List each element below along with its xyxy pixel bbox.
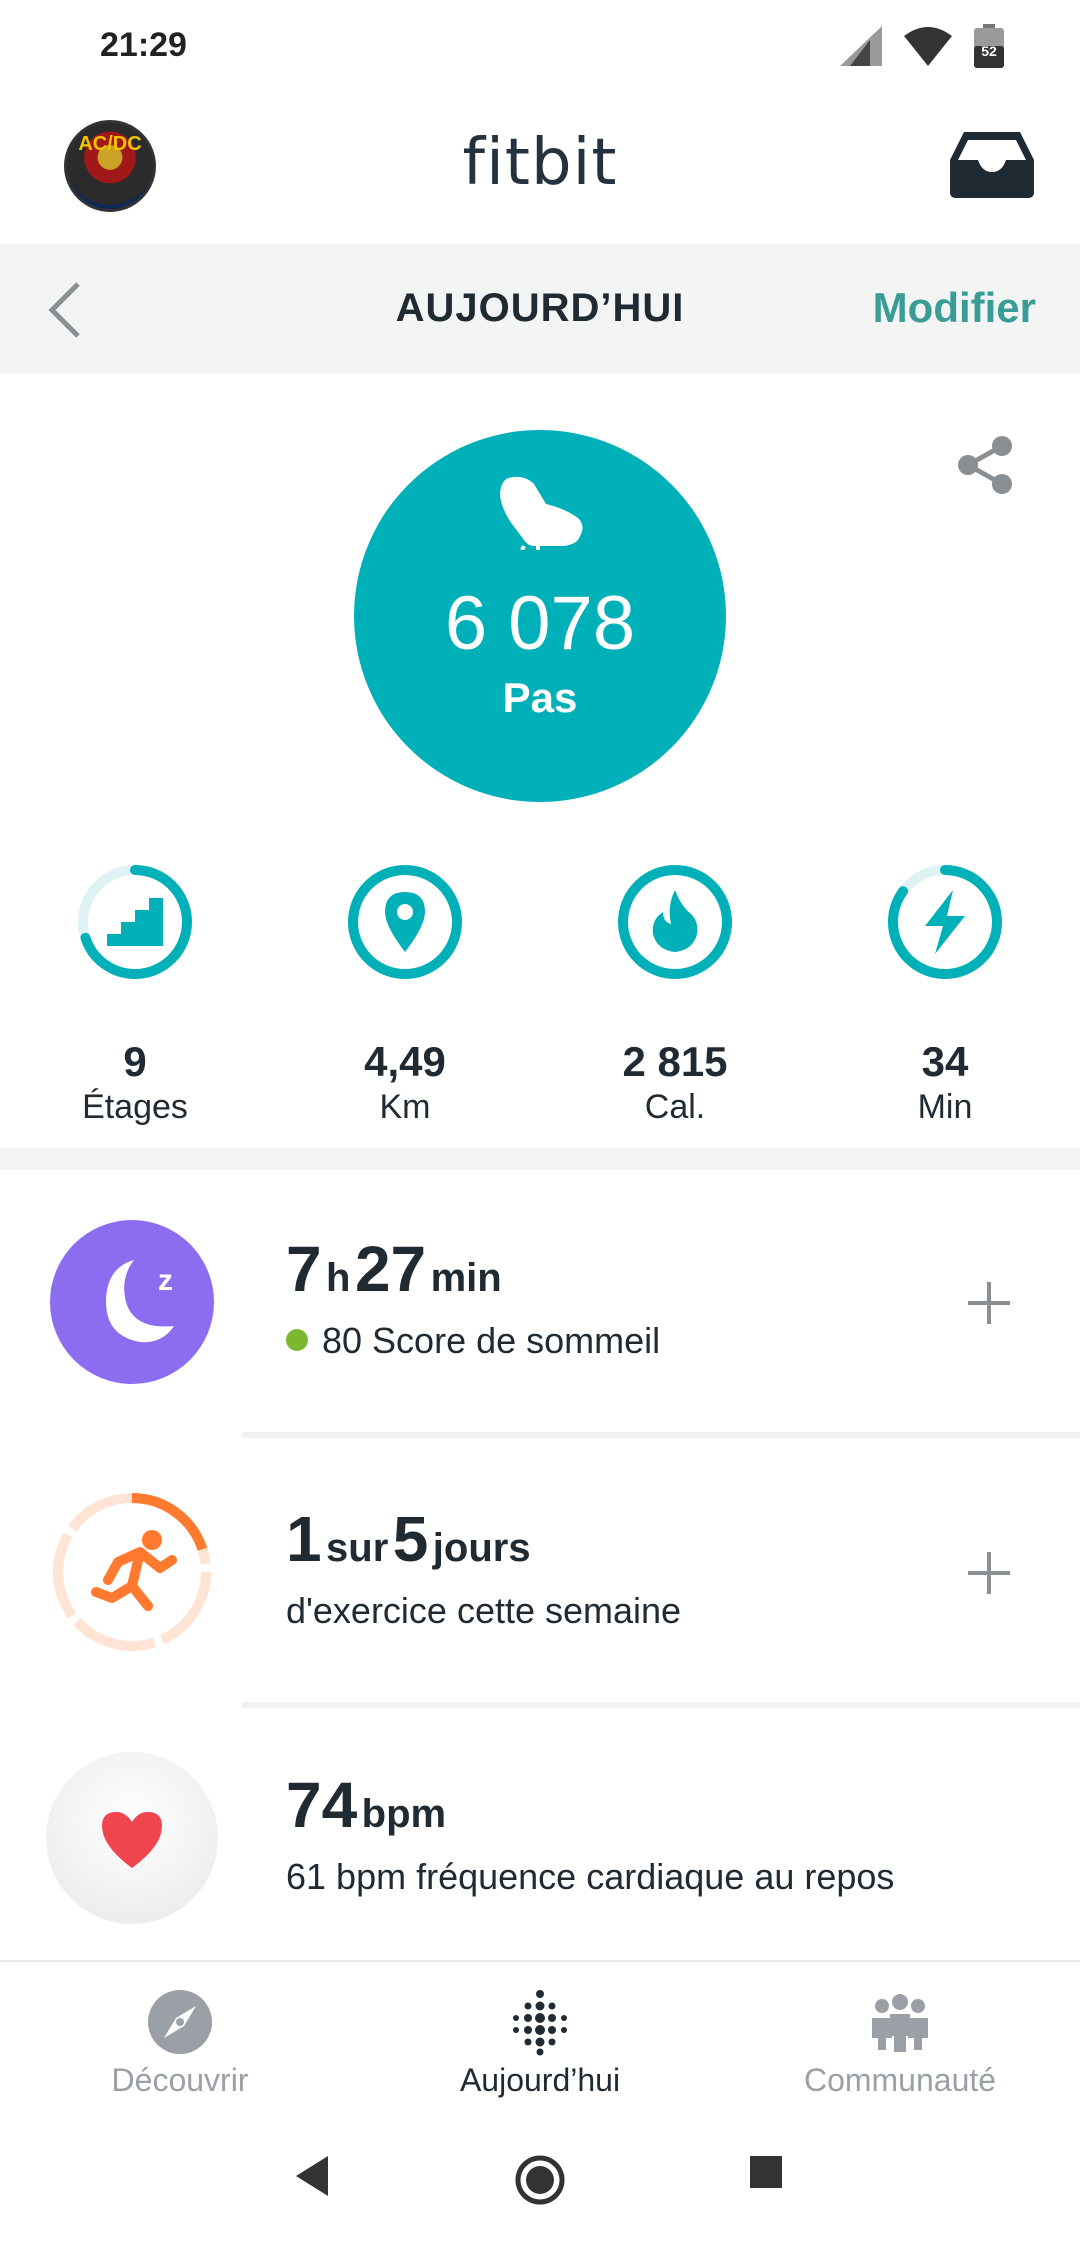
running-person-icon [91, 1530, 177, 1611]
system-recents-icon[interactable] [748, 2154, 784, 2190]
floors-ring [78, 865, 192, 979]
metric-label: Min [917, 1088, 973, 1126]
steps-label: Pas [502, 674, 578, 721]
exercise-goal: 5 [392, 1503, 429, 1575]
battery-level: 52 [981, 43, 997, 59]
resting-heart-rate: 61 bpm fréquence cardiaque au repos [286, 1856, 895, 1897]
heart-rate-unit: bpm [361, 1792, 447, 1836]
tab-community[interactable]: Communauté [720, 1962, 1080, 2118]
heart-icon [46, 1752, 218, 1924]
steps-value: 6 078 [444, 581, 636, 666]
lightning-icon [925, 890, 965, 954]
svg-text:z: z [158, 1264, 173, 1297]
add-exercise-button[interactable] [964, 1548, 1014, 1598]
sleep-moon-icon: z [50, 1220, 214, 1384]
compass-icon [148, 1990, 212, 2054]
sleep-hours: 7 [286, 1233, 322, 1305]
tab-today[interactable]: Aujourd’hui [360, 1962, 720, 2118]
fitbit-dots-icon [513, 1990, 567, 2056]
exercise-unit: jours [432, 1526, 531, 1570]
score-dot [286, 1329, 308, 1351]
metric-label: Cal. [644, 1088, 706, 1126]
metric-label: Km [379, 1088, 431, 1126]
exercise-subtitle: d'exercice cette semaine [286, 1590, 682, 1631]
exercise-sur: sur [326, 1526, 389, 1570]
metric-value: 2 815 [622, 1038, 728, 1085]
metric-calories[interactable]: 2 815 Cal. [575, 862, 775, 1132]
metric-value: 9 [123, 1038, 147, 1085]
stairs-icon [107, 898, 163, 946]
community-icon [872, 1994, 928, 2052]
status-time: 21:29 [100, 26, 187, 64]
edit-button[interactable]: Modifier [873, 284, 1036, 332]
exercise-count: 1 [286, 1503, 322, 1575]
heart-rate-value: 74 [286, 1769, 358, 1841]
location-pin-icon [385, 892, 425, 952]
signal-icon [840, 26, 882, 66]
bottom-nav: Découvrir Aujourd’hui Communauté [0, 1960, 1080, 2116]
system-back-icon[interactable] [292, 2154, 332, 2198]
calories-ring [618, 865, 732, 979]
metric-distance[interactable]: 4,49 Km [305, 862, 505, 1132]
sleep-duration: 7 h 27 min [286, 1232, 502, 1306]
app-bar: AC/DC fitbit [0, 96, 1080, 244]
battery-icon: 52 [974, 24, 1004, 68]
tab-label: Communauté [803, 2062, 997, 2098]
tile-divider [242, 1432, 1080, 1438]
system-home-icon[interactable] [514, 2154, 566, 2206]
metric-active-minutes[interactable]: 34 Min [845, 862, 1045, 1132]
heart-rate-summary: 74 bpm [286, 1768, 446, 1842]
metric-label: Étages [82, 1088, 188, 1126]
sleep-tile[interactable]: z 7 h 27 min 80 Score de sommeil [0, 1170, 1080, 1440]
exercise-tile[interactable]: 1 sur 5 jours d'exercice cette semaine [0, 1440, 1080, 1710]
system-nav-bar [0, 2116, 1080, 2246]
sleep-hours-unit: h [326, 1256, 351, 1300]
tab-label: Aujourd’hui [459, 2062, 621, 2098]
sleep-minutes: 27 [354, 1233, 427, 1305]
sleep-score: 80 Score de sommeil [286, 1320, 660, 1362]
exercise-ring [53, 1493, 211, 1651]
exercise-summary: 1 sur 5 jours [286, 1502, 531, 1576]
shoe-icon [500, 476, 583, 550]
sleep-minutes-unit: min [430, 1256, 502, 1300]
metric-floors[interactable]: 9 Étages [35, 862, 235, 1132]
tab-label: Découvrir [111, 2062, 249, 2098]
share-icon[interactable] [954, 434, 1016, 496]
active-minutes-ring [888, 865, 1002, 979]
distance-ring [348, 865, 462, 979]
section-divider [0, 1148, 1080, 1170]
tab-discover[interactable]: Découvrir [0, 1962, 360, 2118]
heart-rate-tile[interactable]: 74 bpm 61 bpm fréquence cardiaque au rep… [0, 1706, 1080, 1976]
inbox-icon[interactable] [950, 132, 1034, 198]
flame-icon [652, 890, 698, 952]
date-bar: AUJOURD’HUI Modifier [0, 244, 1080, 374]
metric-value: 34 [921, 1038, 969, 1085]
metric-value: 4,49 [364, 1038, 446, 1085]
steps-circle[interactable]: 6 078 Pas [354, 430, 726, 802]
status-icons: 52 [840, 24, 1004, 68]
fitbit-logo: fitbit [462, 126, 618, 200]
add-sleep-button[interactable] [964, 1278, 1014, 1328]
wifi-icon [904, 27, 952, 66]
sleep-score-text: 80 Score de sommeil [322, 1320, 661, 1361]
status-bar: 21:29 52 [0, 0, 1080, 96]
